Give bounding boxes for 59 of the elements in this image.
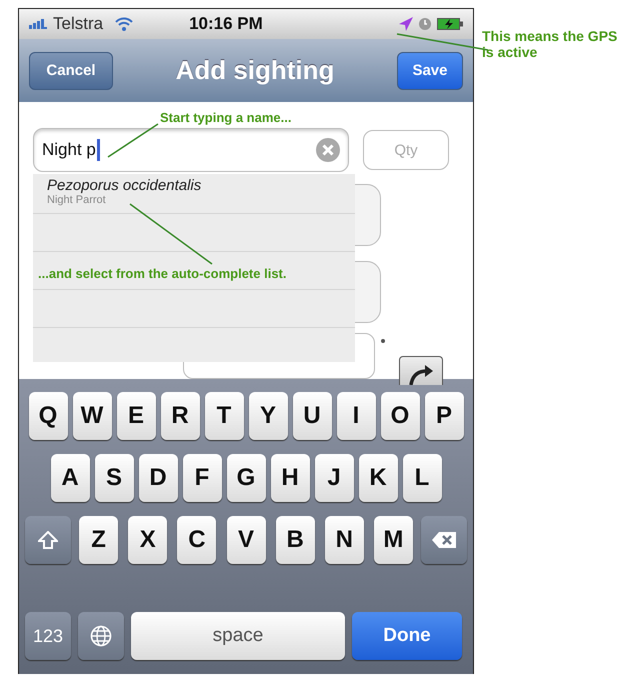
quantity-field[interactable]: Qty (363, 130, 449, 170)
suggestion-item[interactable]: Pezoporus occidentalis Night Parrot (33, 174, 355, 214)
letter-key[interactable]: G (226, 454, 266, 502)
cancel-button[interactable]: Cancel (29, 52, 113, 90)
location-button[interactable] (399, 356, 443, 385)
screen-title: Add sighting (176, 55, 334, 86)
signal-icon (29, 19, 47, 29)
letter-key[interactable]: H (270, 454, 310, 502)
letter-key[interactable]: Z (79, 516, 118, 564)
shift-icon (38, 531, 58, 549)
numbers-key[interactable]: 123 (25, 612, 71, 660)
letter-key[interactable]: V (226, 516, 266, 564)
leader-line (108, 123, 158, 158)
letter-key[interactable]: R (160, 392, 200, 440)
letter-key[interactable]: C (177, 516, 216, 564)
letter-key[interactable]: M (374, 516, 413, 564)
degree-mark (381, 339, 385, 343)
globe-icon (90, 625, 112, 647)
curved-arrow-icon (407, 365, 435, 385)
battery-icon (437, 18, 463, 30)
carrier-name: Telstra (53, 14, 104, 34)
letter-key[interactable]: P (424, 392, 464, 440)
status-time: 10:16 PM (189, 14, 264, 34)
backspace-key[interactable] (421, 516, 467, 564)
letter-key[interactable]: Q (28, 392, 68, 440)
name-field[interactable]: Night p (33, 128, 349, 172)
clock-icon (419, 18, 431, 30)
common-name: Night Parrot (47, 194, 107, 206)
letter-key[interactable]: A (50, 454, 90, 502)
letter-key[interactable]: X (128, 516, 168, 564)
letter-key[interactable]: L (402, 454, 442, 502)
annotation-text: This means the GPS is active (482, 28, 618, 60)
backspace-icon (431, 531, 457, 549)
letter-key[interactable]: E (116, 392, 156, 440)
letter-key[interactable]: F (182, 454, 222, 502)
letter-key[interactable]: N (324, 516, 364, 564)
globe-key[interactable] (78, 612, 124, 660)
letter-key[interactable]: U (292, 392, 332, 440)
letter-key[interactable]: K (358, 454, 398, 502)
name-text: Night p (42, 140, 96, 160)
letter-key[interactable]: I (336, 392, 376, 440)
shift-key[interactable] (25, 516, 71, 564)
done-key[interactable]: Done (352, 612, 462, 660)
annotation-text: Start typing a name... (160, 110, 292, 125)
letter-key[interactable]: B (276, 516, 315, 564)
letter-key[interactable]: W (72, 392, 112, 440)
text-cursor (96, 139, 100, 161)
save-button[interactable]: Save (396, 52, 463, 90)
wifi-icon (115, 17, 134, 31)
scientific-name: Pezoporus occidentalis (47, 177, 202, 194)
clear-icon[interactable] (316, 138, 340, 162)
letter-key[interactable]: T (204, 392, 244, 440)
annotation-text: ...and select from the auto-complete list. (38, 266, 286, 281)
letter-key[interactable]: S (94, 454, 134, 502)
letter-key[interactable]: O (380, 392, 420, 440)
letter-key[interactable]: J (314, 454, 354, 502)
letter-key[interactable]: Y (248, 392, 288, 440)
letter-key[interactable]: D (138, 454, 178, 502)
space-key[interactable]: space (131, 612, 345, 660)
